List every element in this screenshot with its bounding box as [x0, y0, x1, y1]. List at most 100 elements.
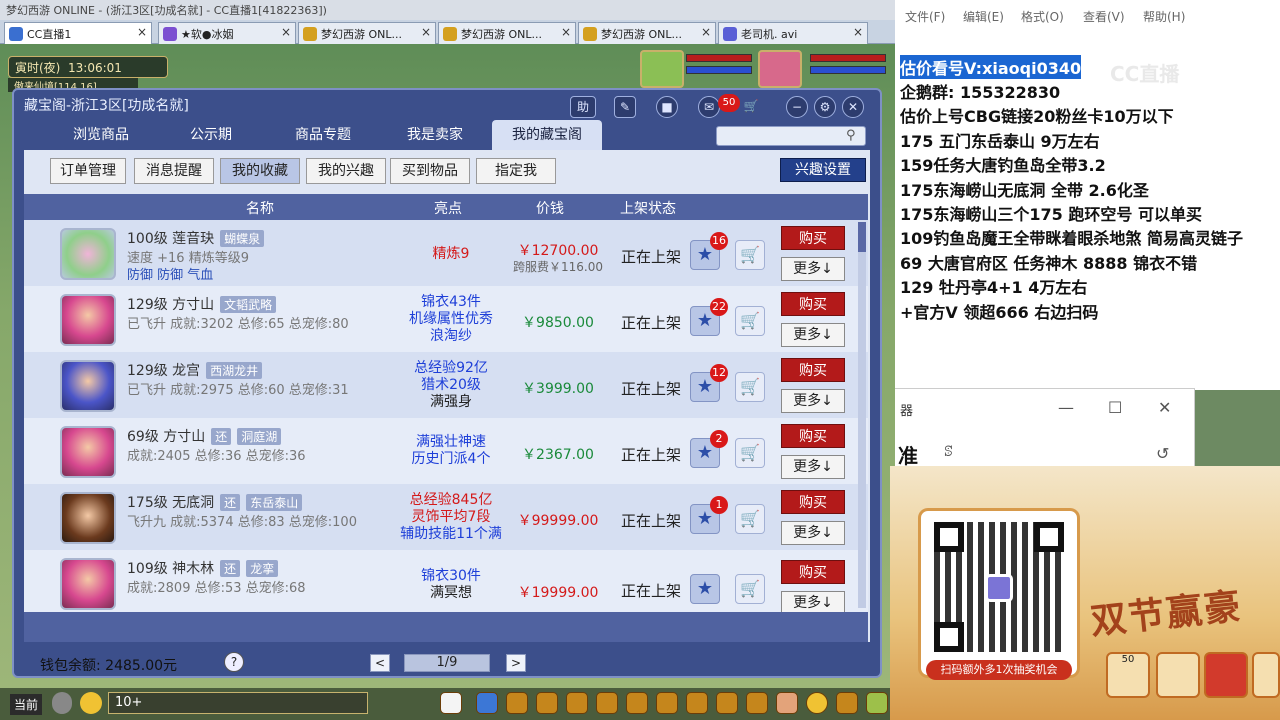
tab-seller[interactable]: 我是卖家 — [380, 120, 490, 150]
menu-file[interactable]: 文件(F) — [905, 8, 945, 25]
table-row[interactable]: 100级 莲音玦 蝴蝶泉 速度 +16 精炼等级9 防御 防御 气血 精炼9 ￥1… — [24, 220, 868, 286]
close-icon[interactable]: × — [701, 25, 711, 39]
pet-portrait[interactable] — [640, 50, 684, 88]
subtab-orders[interactable]: 订单管理 — [50, 158, 126, 184]
close-icon[interactable]: × — [853, 25, 863, 39]
map-icon[interactable] — [746, 692, 768, 714]
subtab-favorites[interactable]: 我的收藏 — [220, 158, 300, 184]
more-button[interactable]: 更多↓ — [781, 521, 845, 545]
chat-input[interactable]: 10+ — [108, 692, 368, 714]
event-icon[interactable] — [776, 692, 798, 714]
subtab-purchased[interactable]: 买到物品 — [390, 158, 470, 184]
more-button[interactable]: 更多↓ — [781, 389, 845, 413]
tab-6[interactable]: 老司机. avi × — [718, 22, 868, 44]
team-icon[interactable] — [566, 692, 588, 714]
close-icon[interactable]: × — [421, 25, 431, 39]
table-row[interactable]: 129级 方寸山 文韬武略 已飞升 成就:3202 总修:65 总宠修:80 锦衣… — [24, 286, 868, 352]
close-icon[interactable]: ✕ — [842, 96, 864, 118]
guild-icon[interactable] — [626, 692, 648, 714]
list-scrollbar[interactable] — [858, 222, 866, 608]
prev-page-button[interactable]: < — [370, 654, 390, 672]
history-icon[interactable]: ↺ — [1156, 444, 1169, 463]
shop-icon[interactable] — [686, 692, 708, 714]
tab-my-pavilion[interactable]: 我的藏宝阁 — [492, 120, 602, 150]
cart-icon[interactable]: 🛒 — [735, 240, 765, 270]
favorite-star-icon[interactable]: ★ — [690, 574, 720, 604]
help-button[interactable]: 助 — [570, 96, 596, 118]
cart-icon[interactable]: 🛒 — [735, 438, 765, 468]
chat-channel-label[interactable]: 当前 — [10, 694, 43, 715]
tab-cc-live[interactable]: CC直播1 × — [4, 22, 152, 44]
cart-icon[interactable]: 🛒 — [735, 504, 765, 534]
tab-2[interactable]: ★软●冰姻 × — [158, 22, 296, 44]
tab-public[interactable]: 公示期 — [156, 120, 266, 150]
reward-icon[interactable] — [806, 692, 828, 714]
close-icon[interactable]: × — [137, 25, 147, 39]
search-input[interactable] — [716, 126, 866, 146]
pet-icon[interactable] — [440, 692, 462, 714]
system-icon[interactable] — [836, 692, 858, 714]
close-icon[interactable]: ✕ — [1158, 398, 1171, 417]
table-row[interactable]: 129级 龙宫 西湖龙井 已飞升 成就:2975 总修:60 总宠修:31 总经验… — [24, 352, 868, 418]
subtab-messages[interactable]: 消息提醒 — [134, 158, 214, 184]
menu-view[interactable]: 查看(V) — [1083, 8, 1125, 25]
menu-help[interactable]: 帮助(H) — [1143, 8, 1185, 25]
minimize-icon[interactable]: − — [786, 96, 808, 118]
tab-browse[interactable]: 浏览商品 — [46, 120, 156, 150]
tab-4[interactable]: 梦幻西游 ONL... × — [438, 22, 576, 44]
friend-icon[interactable] — [596, 692, 618, 714]
bag-icon[interactable] — [506, 692, 528, 714]
search-icon[interactable]: ⚲ — [846, 128, 862, 144]
buy-button[interactable]: 购买 — [781, 560, 845, 584]
font-icon[interactable]: ꕷ — [944, 444, 953, 460]
message-icon[interactable]: ✉ — [698, 96, 720, 118]
tab-topics[interactable]: 商品专题 — [268, 120, 378, 150]
subtab-interests[interactable]: 我的兴趣 — [306, 158, 386, 184]
table-row[interactable]: 69级 方寸山还洞庭湖 成就:2405 总修:36 总宠修:36 满强壮神速 历史… — [24, 418, 868, 484]
browser-tab-bar: CC直播1 × ★软●冰姻 × 梦幻西游 ONL... × 梦幻西游 ONL... × … — [0, 20, 895, 44]
computer-icon[interactable] — [866, 692, 888, 714]
menu-format[interactable]: 格式(O) — [1021, 8, 1064, 25]
interest-settings-button[interactable]: 兴趣设置 — [780, 158, 866, 182]
cart-icon[interactable]: 🛒 — [735, 574, 765, 604]
buy-button[interactable]: 购买 — [781, 292, 845, 316]
maximize-icon[interactable]: ☐ — [1108, 398, 1122, 417]
character-avatar — [60, 294, 116, 346]
stop-icon[interactable]: ■ — [656, 96, 678, 118]
settings-icon[interactable]: ⚙ — [814, 96, 836, 118]
more-button[interactable]: 更多↓ — [781, 257, 845, 281]
more-button[interactable]: 更多↓ — [781, 455, 845, 479]
more-button[interactable]: 更多↓ — [781, 591, 845, 612]
player-portrait[interactable] — [758, 50, 802, 88]
microphone-icon[interactable] — [52, 692, 72, 714]
table-row[interactable]: 109级 神木林还龙挛 成就:2809 总修:53 总宠修:68 锦衣30件 满冥… — [24, 550, 868, 612]
table-row[interactable]: 175级 无底洞还东岳泰山 飞升九 成就:5374 总修:83 总宠修:100 … — [24, 484, 868, 550]
quest-icon[interactable] — [656, 692, 678, 714]
tab-5[interactable]: 梦幻西游 ONL... × — [578, 22, 716, 44]
menu-edit[interactable]: 编辑(E) — [963, 8, 1004, 25]
close-icon[interactable]: × — [281, 25, 291, 39]
next-page-button[interactable]: > — [506, 654, 526, 672]
skill-icon[interactable] — [476, 692, 498, 714]
emoji-icon[interactable] — [80, 692, 102, 714]
help-icon[interactable]: ? — [224, 652, 244, 672]
buy-button[interactable]: 购买 — [781, 490, 845, 514]
activity-icon[interactable] — [716, 692, 738, 714]
buy-button[interactable]: 购买 — [781, 358, 845, 382]
video-icon — [723, 27, 737, 41]
buy-button[interactable]: 购买 — [781, 424, 845, 448]
equipment-icon[interactable] — [536, 692, 558, 714]
col-name: 名称 — [246, 201, 274, 217]
tab-3[interactable]: 梦幻西游 ONL... × — [298, 22, 436, 44]
subtab-assigned[interactable]: 指定我 — [476, 158, 556, 184]
close-icon[interactable]: × — [561, 25, 571, 39]
scroll-thumb[interactable] — [858, 222, 866, 252]
cart-icon[interactable]: 🛒 — [735, 306, 765, 336]
cart-icon[interactable]: 🛒 — [740, 96, 762, 118]
buy-button[interactable]: 购买 — [781, 226, 845, 250]
edit-icon[interactable]: ✎ — [614, 96, 636, 118]
minimize-icon[interactable]: — — [1058, 398, 1074, 417]
cart-icon[interactable]: 🛒 — [735, 372, 765, 402]
more-button[interactable]: 更多↓ — [781, 323, 845, 347]
notepad-menubar: 文件(F) 编辑(E) 格式(O) 查看(V) 帮助(H) — [895, 0, 1280, 30]
